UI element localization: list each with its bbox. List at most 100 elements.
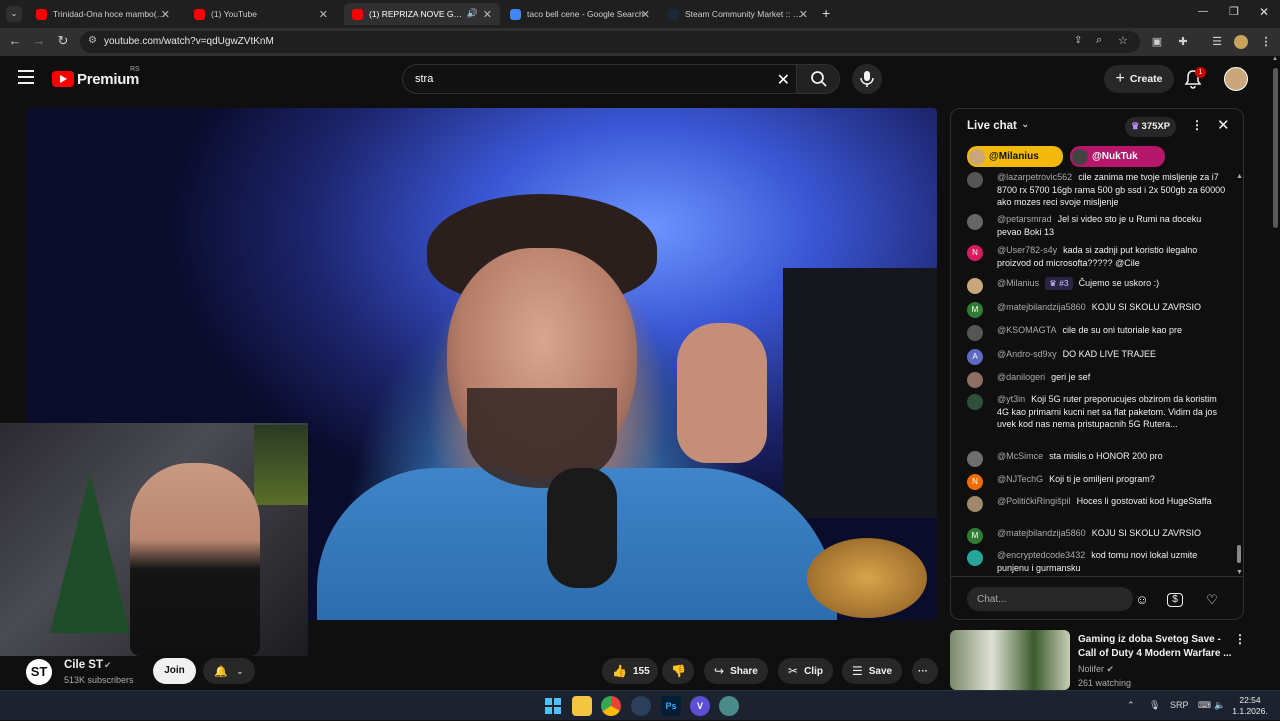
- close-chat-icon[interactable]: ✕: [1217, 116, 1230, 134]
- browser-menu-icon[interactable]: ⋮: [1259, 35, 1273, 49]
- tray-chevron-up-icon[interactable]: ⌃: [1127, 700, 1135, 711]
- recommended-video[interactable]: Gaming iz doba Svetog Save - Call of Dut…: [950, 630, 1250, 690]
- cast-icon[interactable]: ⇪: [1074, 35, 1082, 46]
- tab-audio-icon[interactable]: 🔊: [467, 8, 478, 19]
- reload-icon[interactable]: ↻: [54, 33, 72, 49]
- channel-name[interactable]: Cile ST: [64, 659, 103, 671]
- clear-search-icon[interactable]: ✕: [777, 70, 790, 90]
- chat-author-name[interactable]: @KSOMAGTA: [997, 325, 1056, 335]
- forward-icon[interactable]: →: [30, 33, 48, 48]
- chat-message[interactable]: M @matejbilandzija5860 KOJU SI SKOLU ZAVRS…: [967, 527, 1227, 544]
- emoji-icon[interactable]: ☺: [1132, 590, 1152, 610]
- chrome-icon[interactable]: [601, 696, 621, 716]
- system-clock[interactable]: 22:54 1.1.2026.: [1230, 695, 1270, 717]
- chat-author-avatar[interactable]: [967, 496, 983, 512]
- chat-message[interactable]: A @Andro-sd9xy DO KAD LIVE TRAJEE: [967, 348, 1227, 365]
- tab-close-icon[interactable]: ✕: [319, 8, 328, 21]
- chat-author-name[interactable]: @NJTechG: [997, 474, 1043, 484]
- page-scrollbar[interactable]: ▲: [1270, 56, 1280, 688]
- scroll-down-icon[interactable]: ▼: [1236, 569, 1243, 576]
- chat-author-name[interactable]: @matejbilandzija5860: [997, 528, 1086, 538]
- more-actions-button[interactable]: ···: [912, 658, 938, 684]
- file-explorer-icon[interactable]: [572, 696, 592, 716]
- chat-author-avatar[interactable]: M: [967, 528, 983, 544]
- extensions-puzzle-icon[interactable]: ✚: [1176, 35, 1190, 49]
- profile-avatar-icon[interactable]: [1234, 35, 1248, 49]
- more-vertical-icon[interactable]: ⋮: [1234, 632, 1246, 646]
- dislike-button[interactable]: 👎: [662, 658, 694, 684]
- heart-icon[interactable]: ♡: [1202, 590, 1222, 610]
- chat-author-name[interactable]: @yt3in: [997, 394, 1025, 404]
- new-tab-button[interactable]: +: [822, 5, 830, 21]
- clip-button[interactable]: ✂ Clip: [778, 658, 833, 684]
- more-vertical-icon[interactable]: ⋮: [1191, 118, 1203, 132]
- chat-author-avatar[interactable]: [967, 278, 983, 294]
- tab-close-icon[interactable]: ✕: [799, 8, 808, 21]
- windows-start-icon[interactable]: [543, 696, 563, 716]
- video-title[interactable]: Gaming iz doba Svetog Save - Call of Dut…: [1078, 633, 1238, 661]
- window-restore-icon[interactable]: ❐: [1229, 5, 1239, 18]
- chat-message[interactable]: @yt3in Koji 5G ruter preporucujes obzirom…: [967, 393, 1227, 431]
- chat-author-name[interactable]: @McSimce: [997, 451, 1043, 461]
- back-icon[interactable]: ←: [6, 33, 24, 48]
- chat-author-name[interactable]: @Andro-sd9xy: [997, 349, 1057, 359]
- channel-avatar[interactable]: ST: [26, 659, 52, 685]
- bookmark-star-icon[interactable]: ☆: [1118, 34, 1128, 47]
- chat-message[interactable]: @PolitičkiRingišpil Hoces li gostovati ko…: [967, 495, 1227, 512]
- chat-message[interactable]: @McSimce sta mislis o HONOR 200 pro: [967, 450, 1227, 467]
- recommended-channel[interactable]: Nolifer ✔: [1078, 664, 1114, 675]
- vpn-app-icon[interactable]: V: [690, 696, 710, 716]
- tab-close-icon[interactable]: ✕: [161, 8, 170, 21]
- chat-author-name[interactable]: @encryptedcode3432: [997, 550, 1085, 560]
- tray-mic-icon[interactable]: 🎙: [1149, 700, 1160, 711]
- chat-message[interactable]: N @User782-s4y kada si zadnji put koristio…: [967, 244, 1227, 269]
- chat-author-avatar[interactable]: [967, 550, 983, 566]
- browser-tab[interactable]: (1) YouTube ✕: [186, 3, 336, 25]
- chat-author-avatar[interactable]: [967, 372, 983, 388]
- chat-message[interactable]: N @NJTechG Koji ti je omiljeni program?: [967, 473, 1227, 490]
- scroll-up-icon[interactable]: ▲: [1272, 56, 1278, 62]
- photoshop-icon[interactable]: Ps: [661, 696, 681, 716]
- chat-message[interactable]: @lazarpetrovic562 cile zanima me tvoje mi…: [967, 171, 1227, 209]
- network-icon[interactable]: ⌨: [1198, 700, 1211, 711]
- chat-author-avatar[interactable]: N: [967, 474, 983, 490]
- chat-author-name[interactable]: @PolitičkiRingišpil: [997, 496, 1071, 506]
- address-bar[interactable]: ⚙ youtube.com/watch?v=qdUgwZVtKnM ⇪ ⌕ ☆: [80, 31, 1140, 53]
- chat-message[interactable]: @petarsmrad Jel si video sto je u Rumi na…: [967, 213, 1227, 238]
- search-box[interactable]: stra ✕: [402, 64, 796, 94]
- page-scrollbar-thumb[interactable]: [1273, 68, 1278, 228]
- chat-message[interactable]: @Milanius ♛ #3 Čujemo se uskoro :): [967, 277, 1227, 294]
- chat-scrollbar[interactable]: ▲ ▼: [1235, 173, 1243, 577]
- window-minimize-icon[interactable]: —: [1198, 6, 1208, 17]
- xp-badge[interactable]: ♛ 375XP: [1125, 117, 1177, 137]
- chat-author-avatar[interactable]: [967, 451, 983, 467]
- join-button[interactable]: Join: [153, 658, 196, 684]
- chat-message-list[interactable]: @lazarpetrovic562 cile zanima me tvoje mi…: [951, 171, 1243, 576]
- chat-message[interactable]: @danilogeri geri je sef: [967, 371, 1227, 388]
- chat-author-avatar[interactable]: M: [967, 302, 983, 318]
- chat-author-avatar[interactable]: [967, 394, 983, 410]
- subscription-bell-button[interactable]: 🔔 ⌄: [203, 658, 255, 684]
- chat-input[interactable]: [967, 587, 1133, 611]
- super-chat-icon[interactable]: $: [1167, 593, 1183, 607]
- chat-author-name[interactable]: @matejbilandzija5860: [997, 302, 1086, 312]
- chat-title[interactable]: Live chat: [967, 120, 1017, 132]
- menu-icon[interactable]: [18, 70, 34, 84]
- app-icon[interactable]: [719, 696, 739, 716]
- chat-author-name[interactable]: @User782-s4y: [997, 245, 1057, 255]
- chevron-down-icon[interactable]: ⌄: [1021, 119, 1029, 130]
- chat-author-avatar[interactable]: [967, 214, 983, 230]
- chat-message[interactable]: @encryptedcode3432 kod tomu novi lokal uz…: [967, 549, 1227, 574]
- like-button[interactable]: 👍 155: [602, 658, 658, 684]
- scroll-up-icon[interactable]: ▲: [1236, 173, 1243, 180]
- chat-author-name[interactable]: @petarsmrad: [997, 214, 1052, 224]
- chat-author-name[interactable]: @Milanius: [997, 278, 1039, 288]
- reading-list-icon[interactable]: ☰: [1210, 35, 1224, 49]
- pinned-user-chip[interactable]: @Milanius: [967, 146, 1063, 167]
- volume-icon[interactable]: 🔈: [1214, 700, 1225, 711]
- extension-icon[interactable]: ▣: [1150, 35, 1164, 49]
- tab-close-icon[interactable]: ✕: [483, 8, 492, 21]
- tab-close-icon[interactable]: ✕: [641, 8, 650, 21]
- youtube-premium-logo[interactable]: Premium RS: [52, 66, 140, 88]
- chat-message[interactable]: M @matejbilandzija5860 KOJU SI SKOLU ZAVRS…: [967, 301, 1227, 318]
